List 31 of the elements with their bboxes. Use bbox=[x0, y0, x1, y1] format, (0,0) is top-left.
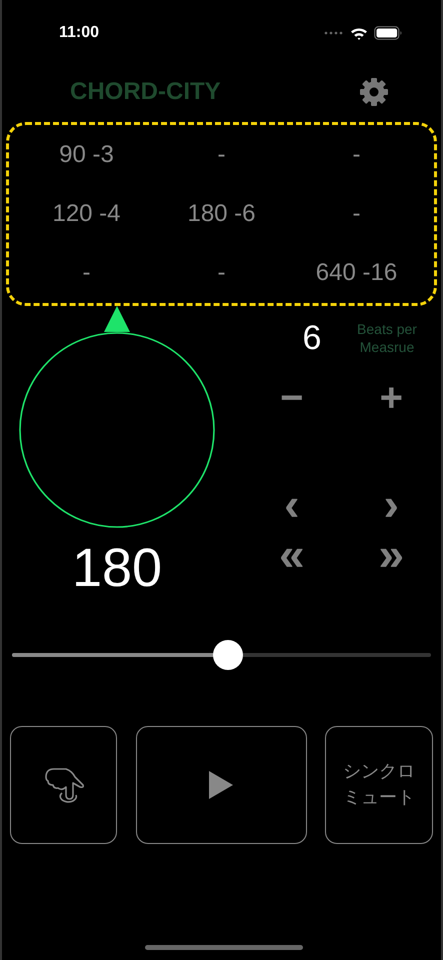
next-button[interactable]: › bbox=[384, 484, 399, 524]
preset-slot[interactable]: - bbox=[218, 259, 226, 288]
tempo-slider[interactable] bbox=[12, 640, 431, 670]
tempo-value: 180 bbox=[72, 537, 162, 599]
preset-slot[interactable]: 180 -6 bbox=[187, 200, 256, 228]
preset-slot[interactable]: 90 -3 bbox=[59, 140, 114, 169]
preset-slot[interactable]: - bbox=[218, 140, 226, 169]
tap-button[interactable] bbox=[10, 726, 117, 844]
slider-thumb[interactable] bbox=[213, 640, 244, 670]
preset-slot[interactable]: 120 -4 bbox=[52, 200, 121, 228]
play-button[interactable] bbox=[136, 726, 306, 844]
status-time: 11:00 bbox=[59, 24, 100, 42]
sync-mute-button[interactable]: シンクロ ミュート bbox=[325, 726, 433, 844]
beats-label: Beats per Measrue bbox=[356, 320, 418, 356]
app-title: CHORD-CITY bbox=[70, 78, 221, 106]
preset-slot[interactable]: 640 -16 bbox=[316, 259, 398, 288]
fast-forward-button[interactable]: » bbox=[378, 534, 404, 574]
settings-button[interactable] bbox=[359, 77, 389, 107]
play-icon bbox=[208, 770, 234, 800]
preset-slot[interactable]: - bbox=[352, 200, 360, 228]
wifi-icon bbox=[350, 26, 368, 40]
settings-icon bbox=[359, 77, 389, 107]
rewind-button[interactable]: « bbox=[278, 534, 305, 574]
preset-slot[interactable]: - bbox=[352, 140, 360, 169]
preset-slot[interactable]: - bbox=[82, 259, 90, 288]
beats-value: 6 bbox=[302, 318, 322, 358]
signal-icon bbox=[324, 31, 344, 35]
increase-button[interactable]: + bbox=[380, 378, 403, 418]
previous-button[interactable]: ‹ bbox=[284, 484, 300, 524]
decrease-button[interactable]: − bbox=[280, 378, 304, 418]
battery-icon bbox=[374, 26, 403, 40]
